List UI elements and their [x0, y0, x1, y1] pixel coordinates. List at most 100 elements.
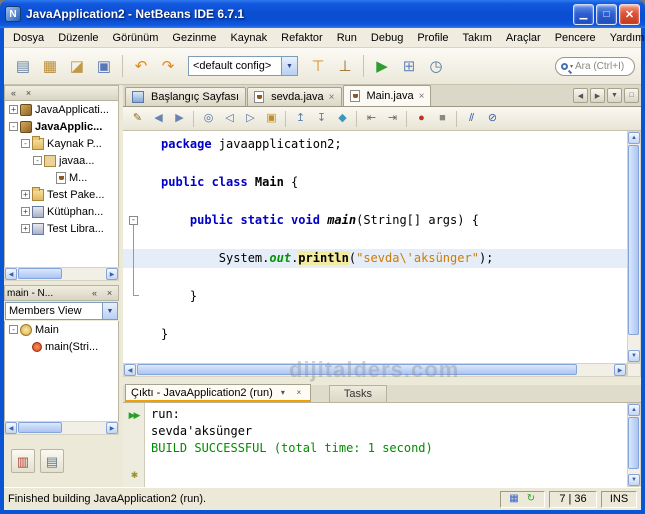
- minimize-panel-icon[interactable]: «: [88, 287, 101, 299]
- navigator-horizontal-scrollbar[interactable]: ◀ ▶: [4, 421, 119, 435]
- editor-tab-3[interactable]: Main.java ×: [342, 85, 432, 106]
- expand-icon[interactable]: +: [21, 224, 30, 233]
- code-line-5[interactable]: - public static void main(String[] args)…: [123, 211, 627, 230]
- scroll-tabs-left-button[interactable]: ◀: [573, 88, 588, 103]
- code-line-10[interactable]: [123, 306, 627, 325]
- minimize-panel-icon[interactable]: «: [7, 87, 20, 99]
- menu-item-4[interactable]: Gezinme: [165, 30, 223, 46]
- new-project-button[interactable]: ▦: [37, 53, 63, 79]
- close-tab-icon[interactable]: ×: [419, 91, 425, 102]
- stop-macro-button[interactable]: ■: [432, 109, 452, 129]
- collapse-icon[interactable]: -: [21, 139, 30, 148]
- expand-icon[interactable]: +: [9, 105, 18, 114]
- code-editor[interactable]: package javaapplication2; public class Ma…: [123, 131, 627, 363]
- rerun-button[interactable]: ▶▶: [125, 407, 143, 423]
- projects-horizontal-scrollbar[interactable]: ◀ ▶: [4, 267, 119, 281]
- menu-item-8[interactable]: Debug: [364, 30, 410, 46]
- undo-button[interactable]: ↶: [128, 53, 154, 79]
- navigator-node-1[interactable]: - Main: [5, 321, 118, 338]
- close-panel-icon[interactable]: ×: [22, 87, 35, 99]
- scroll-up-icon[interactable]: ▲: [628, 132, 640, 144]
- comment-button[interactable]: //: [461, 109, 481, 129]
- scroll-left-icon[interactable]: ◀: [5, 422, 17, 434]
- tab-output[interactable]: Çıktı - JavaApplication2 (run) ▾ ×: [125, 384, 311, 402]
- build-settings-button[interactable]: ✱: [125, 467, 143, 483]
- navigator-view-select[interactable]: Members View ▼: [5, 302, 118, 320]
- maximize-view-button[interactable]: □: [624, 88, 639, 103]
- scrollbar-thumb[interactable]: [137, 364, 577, 375]
- open-project-button[interactable]: ◪: [64, 53, 90, 79]
- menu-item-2[interactable]: Düzenle: [51, 30, 105, 46]
- tab-tasks[interactable]: Tasks: [328, 385, 387, 402]
- output-console[interactable]: run: sevda'aksünger BUILD SUCCESSFUL (tota…: [145, 403, 627, 487]
- forward-button[interactable]: ▶: [169, 109, 189, 129]
- close-panel-icon[interactable]: ×: [103, 287, 116, 299]
- menu-item-9[interactable]: Profile: [410, 30, 455, 46]
- editor-vertical-scrollbar[interactable]: ▲ ▼: [627, 131, 641, 363]
- menu-item-13[interactable]: Yardım: [603, 30, 645, 46]
- redo-button[interactable]: ↷: [155, 53, 181, 79]
- last-edit-button[interactable]: ✎: [127, 109, 147, 129]
- project-node-2[interactable]: - JavaApplic...: [5, 118, 118, 135]
- save-all-button[interactable]: ▣: [91, 53, 117, 79]
- scrollbar-track[interactable]: [136, 364, 614, 376]
- projects-panel-header[interactable]: « ×: [4, 85, 119, 101]
- scroll-left-icon[interactable]: ◀: [5, 268, 17, 280]
- scroll-down-icon[interactable]: ▼: [628, 474, 640, 486]
- new-file-button[interactable]: ▤: [10, 53, 36, 79]
- scrollbar-track[interactable]: [628, 144, 640, 350]
- previous-bookmark-button[interactable]: ↥: [290, 109, 310, 129]
- project-node-1[interactable]: + JavaApplicati...: [5, 101, 118, 118]
- clean-build-button[interactable]: ⊥: [332, 53, 358, 79]
- find-next-button[interactable]: ▷: [240, 109, 260, 129]
- refresh-icon[interactable]: ↻: [524, 492, 538, 506]
- code-line-7[interactable]: System.out.println("sevda\'aksünger");: [123, 249, 627, 268]
- navigator-panel-header[interactable]: main - N... « ×: [4, 285, 119, 301]
- scrollbar-thumb[interactable]: [628, 145, 639, 335]
- close-button[interactable]: ✕: [619, 3, 640, 25]
- code-line-9[interactable]: }: [123, 287, 627, 306]
- insert-mode-indicator[interactable]: INS: [601, 490, 637, 508]
- scroll-right-icon[interactable]: ▶: [106, 268, 118, 280]
- back-button[interactable]: ◀: [148, 109, 168, 129]
- code-line-2[interactable]: [123, 154, 627, 173]
- chevron-down-icon[interactable]: ▾: [277, 388, 289, 397]
- fold-collapse-icon[interactable]: -: [129, 216, 138, 225]
- project-node-5[interactable]: M...: [5, 169, 118, 186]
- code-line-3[interactable]: public class Main {: [123, 173, 627, 192]
- scrollbar-thumb[interactable]: [18, 268, 62, 279]
- expand-icon[interactable]: +: [21, 190, 30, 199]
- code-line-11[interactable]: }: [123, 325, 627, 344]
- scrollbar-track[interactable]: [628, 416, 640, 474]
- quick-search[interactable]: ▾: [555, 56, 635, 76]
- scroll-left-icon[interactable]: ◀: [124, 364, 136, 376]
- menu-item-6[interactable]: Refaktor: [274, 30, 330, 46]
- collapse-icon[interactable]: -: [9, 122, 18, 131]
- project-node-8[interactable]: + Test Libra...: [5, 220, 118, 237]
- navigator-node-2[interactable]: main(Stri...: [5, 338, 118, 355]
- build-project-button[interactable]: ⊤: [305, 53, 331, 79]
- output-vertical-scrollbar[interactable]: ▲ ▼: [627, 403, 641, 487]
- code-line-1[interactable]: package javaapplication2;: [123, 135, 627, 154]
- menu-item-7[interactable]: Run: [330, 30, 364, 46]
- find-previous-button[interactable]: ◁: [219, 109, 239, 129]
- menu-item-5[interactable]: Kaynak: [223, 30, 274, 46]
- minimize-button[interactable]: ▁: [573, 3, 594, 25]
- toggle-highlight-button[interactable]: ▣: [261, 109, 281, 129]
- scroll-right-icon[interactable]: ▶: [106, 422, 118, 434]
- code-line-8[interactable]: [123, 268, 627, 287]
- title-bar[interactable]: N JavaApplication2 - NetBeans IDE 6.7.1 …: [0, 0, 645, 28]
- expand-icon[interactable]: +: [21, 207, 30, 216]
- menu-item-3[interactable]: Görünüm: [106, 30, 166, 46]
- run-project-button[interactable]: ▶: [369, 53, 395, 79]
- next-bookmark-button[interactable]: ↧: [311, 109, 331, 129]
- project-node-7[interactable]: + Kütüphan...: [5, 203, 118, 220]
- maximize-button[interactable]: □: [596, 3, 617, 25]
- close-tab-icon[interactable]: ×: [329, 92, 335, 103]
- menu-item-12[interactable]: Pencere: [548, 30, 603, 46]
- scroll-up-icon[interactable]: ▲: [628, 404, 640, 416]
- toggle-bookmark-button[interactable]: ◆: [332, 109, 352, 129]
- shift-left-button[interactable]: ⇤: [361, 109, 381, 129]
- scrollbar-track[interactable]: [17, 422, 106, 434]
- tab-list-button[interactable]: ▼: [607, 88, 622, 103]
